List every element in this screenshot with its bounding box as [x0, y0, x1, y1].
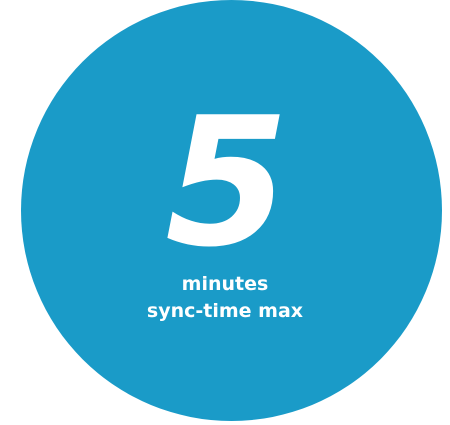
- stat-unit-label: minutes: [181, 273, 269, 295]
- stat-description-label: sync-time max: [146, 300, 304, 322]
- stat-badge-container: 5 minutes sync-time max: [0, 0, 450, 425]
- stat-number: 5: [165, 79, 289, 286]
